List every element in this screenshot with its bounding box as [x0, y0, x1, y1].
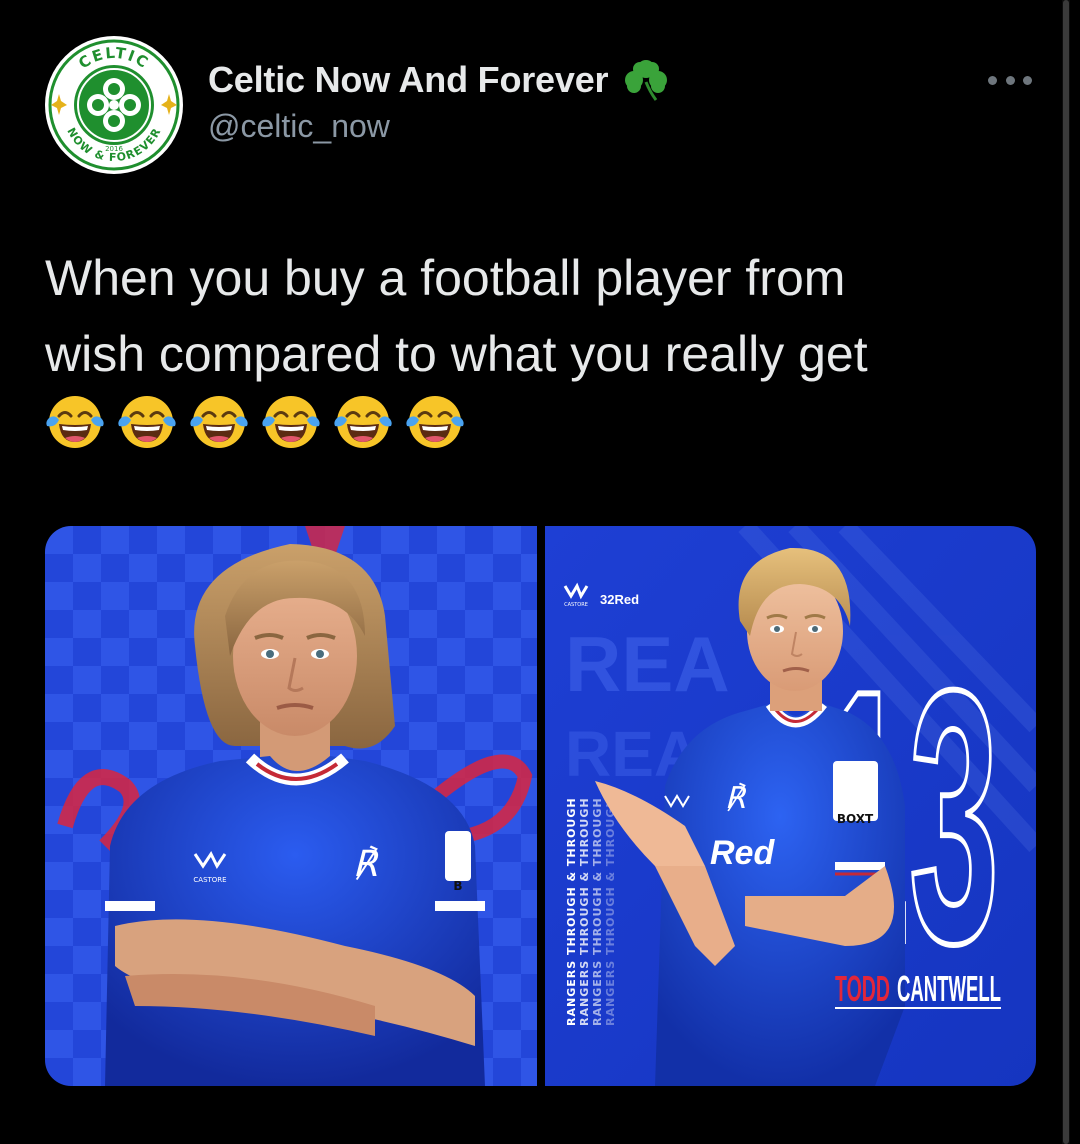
author-handle[interactable]: @celtic_now [208, 106, 672, 146]
svg-text:RANGERS THROUGH & THROUGH: RANGERS THROUGH & THROUGH [604, 797, 617, 1026]
emoji-row [45, 392, 465, 452]
author-display-name[interactable]: Celtic Now And Forever [208, 58, 609, 102]
side-text: RANGERS THROUGH & THROUGH [565, 797, 578, 1026]
tweet-text-line: wish compared to what you really get [45, 326, 868, 382]
face-with-tears-of-joy-emoji [334, 396, 392, 448]
tweet-card: CELTIC NOW & FOREVER 2016 Celtic Now And… [0, 0, 1080, 1144]
more-dot [1005, 75, 1015, 85]
player-first-name: TODD [835, 968, 890, 1009]
kit-brand-text: CASTORE [193, 876, 226, 884]
background-word: REA [565, 620, 730, 708]
rangers-crest-icon: ℟ [353, 844, 380, 885]
face-with-tears-of-joy-emoji [190, 396, 248, 448]
scrollbar[interactable] [1062, 0, 1070, 1144]
author-avatar[interactable]: CELTIC NOW & FOREVER 2016 [45, 36, 183, 174]
sleeve-text: B [453, 879, 462, 893]
tweet-header: Celtic Now And Forever @celtic_now [208, 58, 672, 146]
face-with-tears-of-joy-emoji [406, 396, 464, 448]
tweet-media[interactable]: B CASTORE ℟ REA READY CASTORE 32Red RANG… [45, 526, 1036, 1086]
more-dot [1023, 75, 1032, 85]
rangers-crest-icon: ℟ [725, 781, 747, 816]
svg-text:RANGERS THROUGH & THROUGH: RANGERS THROUGH & THROUGH [591, 797, 604, 1026]
sleeve-patch [445, 831, 471, 881]
shamrock-icon [625, 60, 668, 101]
celtic-logo-icon: CELTIC NOW & FOREVER 2016 [47, 38, 181, 172]
face-with-tears-of-joy-emoji [262, 396, 320, 448]
more-dot [988, 75, 997, 85]
media-photo-left[interactable]: B CASTORE ℟ [45, 526, 537, 1086]
more-options-icon[interactable] [988, 70, 1032, 90]
svg-text:RANGERS THROUGH & THROUGH: RANGERS THROUGH & THROUGH [578, 797, 591, 1026]
sponsor-text: 32Red [600, 592, 639, 607]
player-last-name: CANTWELL [897, 968, 1001, 1009]
scrollbar-thumb[interactable] [1063, 0, 1069, 1144]
face-with-tears-of-joy-emoji [46, 396, 104, 448]
logo-year: 2016 [105, 145, 123, 153]
shirt-sponsor-text: Red [710, 834, 775, 872]
tweet-text: When you buy a football player from wish… [45, 240, 1035, 392]
face-with-tears-of-joy-emoji [118, 396, 176, 448]
kit-brand-text: CASTORE [564, 602, 588, 608]
sleeve-text: BOXT [837, 812, 874, 826]
author-display-name-row[interactable]: Celtic Now And Forever [208, 58, 672, 102]
media-photo-right[interactable]: REA READY CASTORE 32Red RANGERS THROUGH … [545, 526, 1036, 1086]
tweet-text-line: When you buy a football player from [45, 250, 846, 306]
